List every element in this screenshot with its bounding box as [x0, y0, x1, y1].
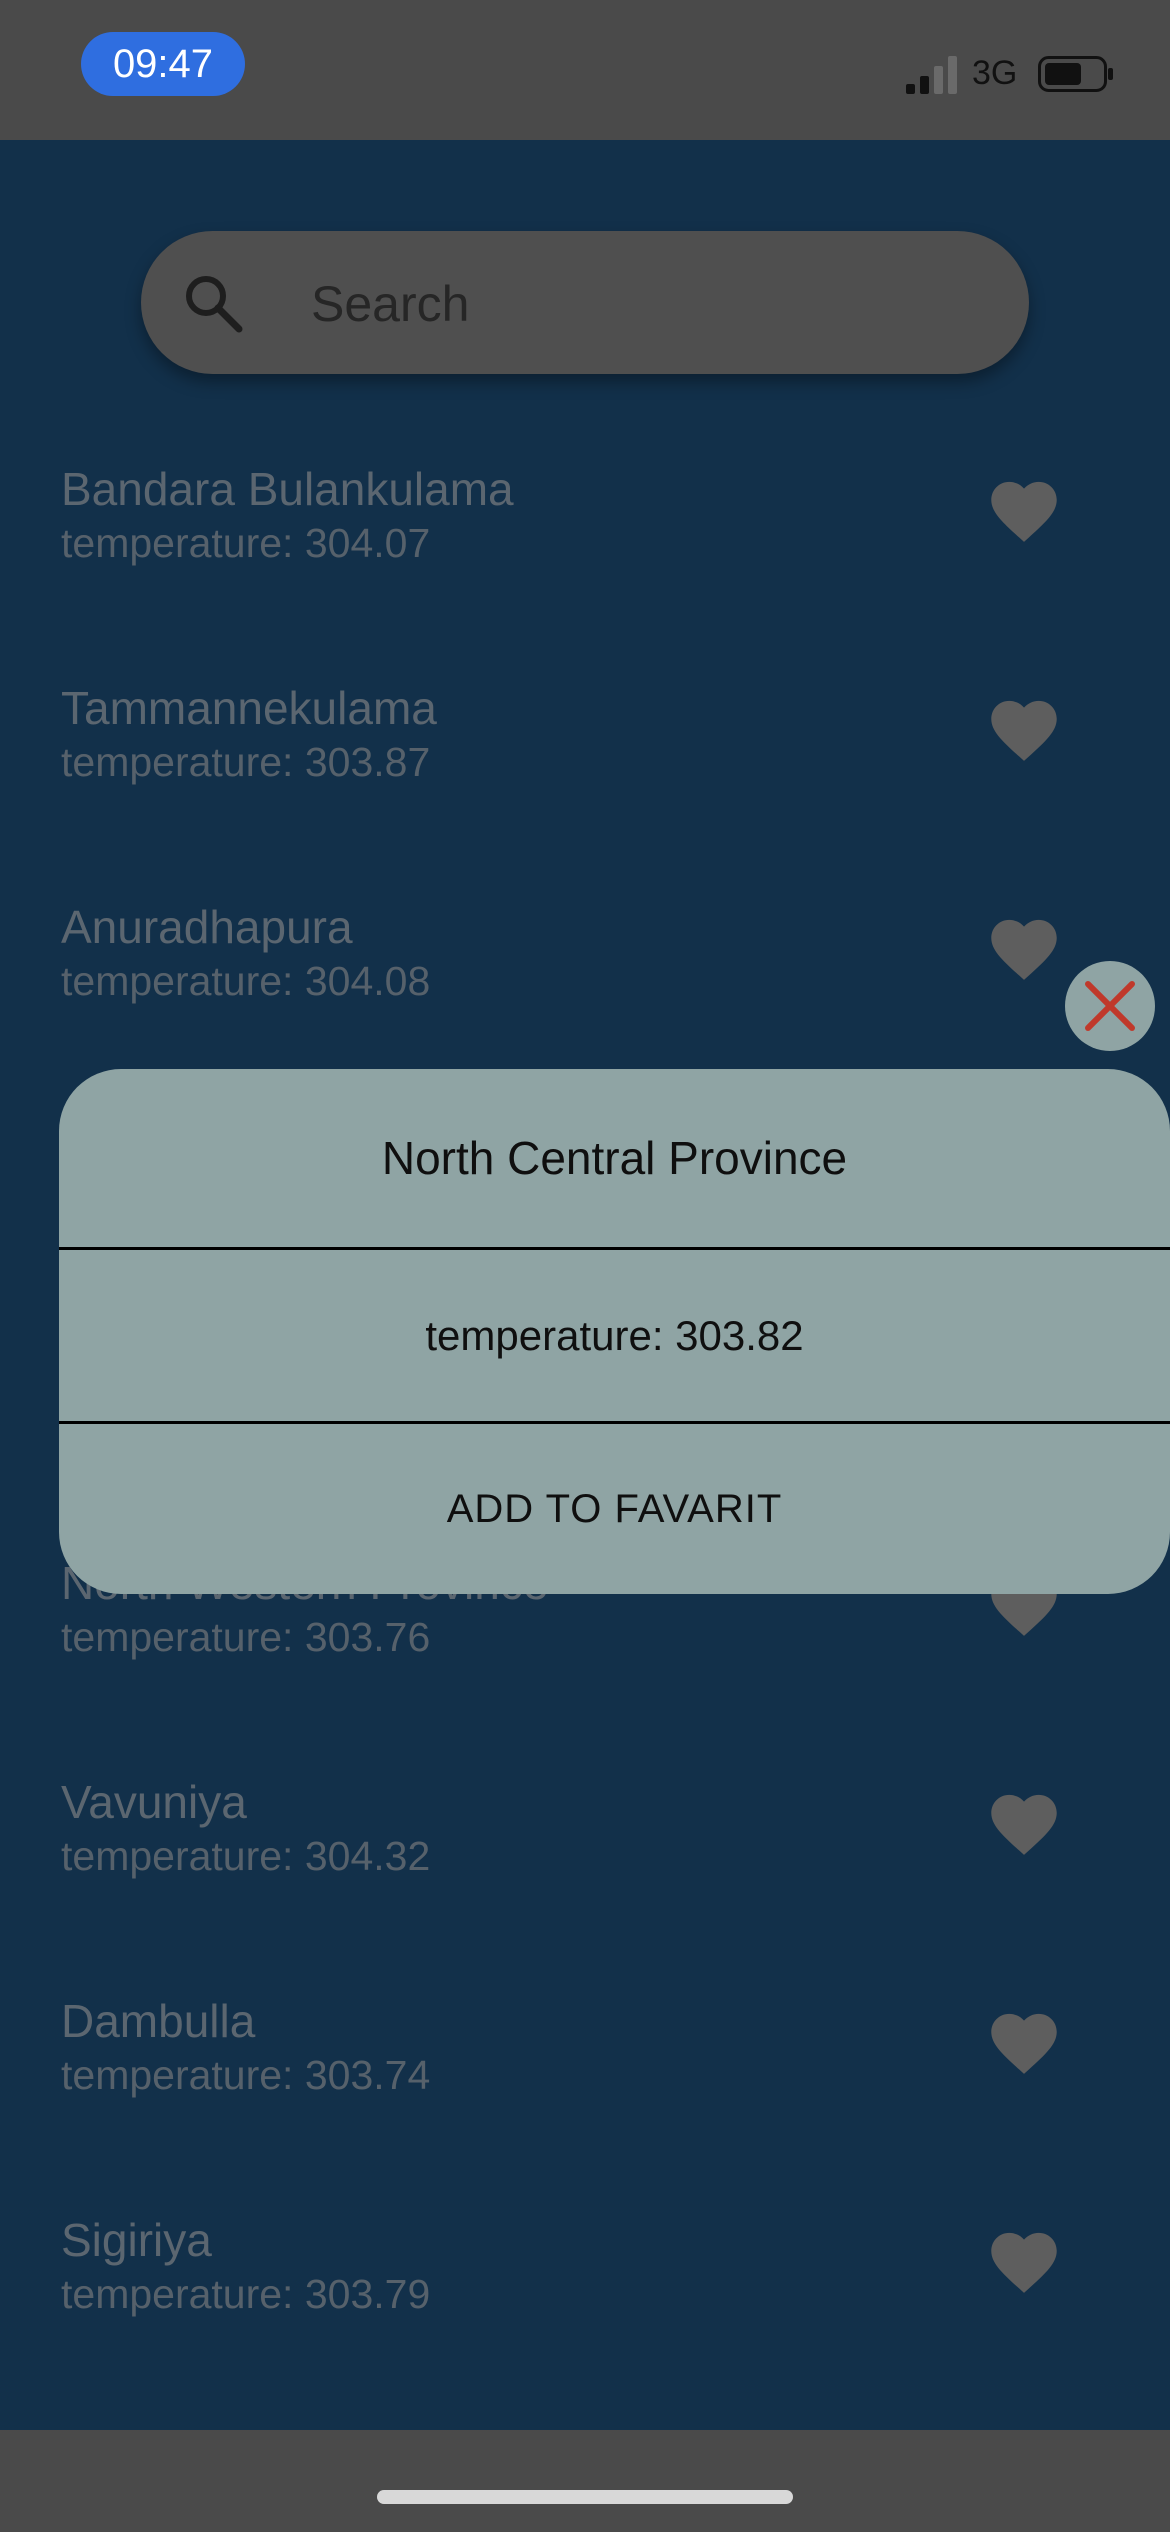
- battery-icon: [1038, 56, 1113, 92]
- home-indicator[interactable]: [377, 2490, 793, 2504]
- city-name: Bandara Bulankulama: [61, 463, 514, 515]
- cellular-signal-icon: [906, 56, 957, 94]
- heart-icon[interactable]: [984, 2004, 1064, 2076]
- heart-icon[interactable]: [984, 472, 1064, 544]
- search-input[interactable]: [309, 231, 993, 376]
- city-temperature: temperature: 304.08: [61, 958, 431, 1004]
- city-name: Tammannekulama: [61, 682, 437, 734]
- close-icon: [1085, 981, 1135, 1031]
- heart-icon[interactable]: [984, 1785, 1064, 1857]
- city-name: Sigiriya: [61, 2214, 212, 2266]
- search-icon: [186, 276, 243, 333]
- city-detail-dialog: North Central Province temperature: 303.…: [59, 1069, 1170, 1594]
- heart-icon[interactable]: [984, 910, 1064, 982]
- network-type-label: 3G: [972, 54, 1018, 92]
- dialog-temperature: temperature: 303.82: [425, 1311, 804, 1359]
- add-to-favorite-button[interactable]: ADD TO FAVARIT: [59, 1424, 1170, 1594]
- city-temperature: temperature: 303.79: [61, 2271, 431, 2317]
- city-name: Anuradhapura: [61, 901, 353, 953]
- city-temperature: temperature: 304.32: [61, 1833, 431, 1879]
- heart-icon[interactable]: [984, 2223, 1064, 2295]
- list-item[interactable]: Dambulla temperature: 303.74: [0, 1994, 1170, 2194]
- city-temperature: temperature: 303.74: [61, 2052, 431, 2098]
- home-indicator-area: [0, 2430, 1170, 2532]
- search-bar[interactable]: [141, 231, 1029, 376]
- city-temperature: temperature: 304.07: [61, 520, 431, 566]
- city-temperature: temperature: 303.76: [61, 1614, 431, 1660]
- city-name: Dambulla: [61, 1995, 256, 2047]
- status-bar: 09:47 3G: [0, 0, 1170, 140]
- list-item[interactable]: Sigiriya temperature: 303.79: [0, 2213, 1170, 2413]
- dialog-title: North Central Province: [381, 1132, 848, 1184]
- list-item[interactable]: Vavuniya temperature: 304.32: [0, 1775, 1170, 1975]
- heart-icon[interactable]: [984, 691, 1064, 763]
- close-dialog-button[interactable]: [1065, 961, 1155, 1051]
- city-name: Vavuniya: [61, 1776, 247, 1828]
- list-item[interactable]: Tammannekulama temperature: 303.87: [0, 681, 1170, 881]
- city-temperature: temperature: 303.87: [61, 739, 431, 785]
- list-item[interactable]: Bandara Bulankulama temperature: 304.07: [0, 462, 1170, 662]
- status-time: 09:47: [81, 32, 245, 96]
